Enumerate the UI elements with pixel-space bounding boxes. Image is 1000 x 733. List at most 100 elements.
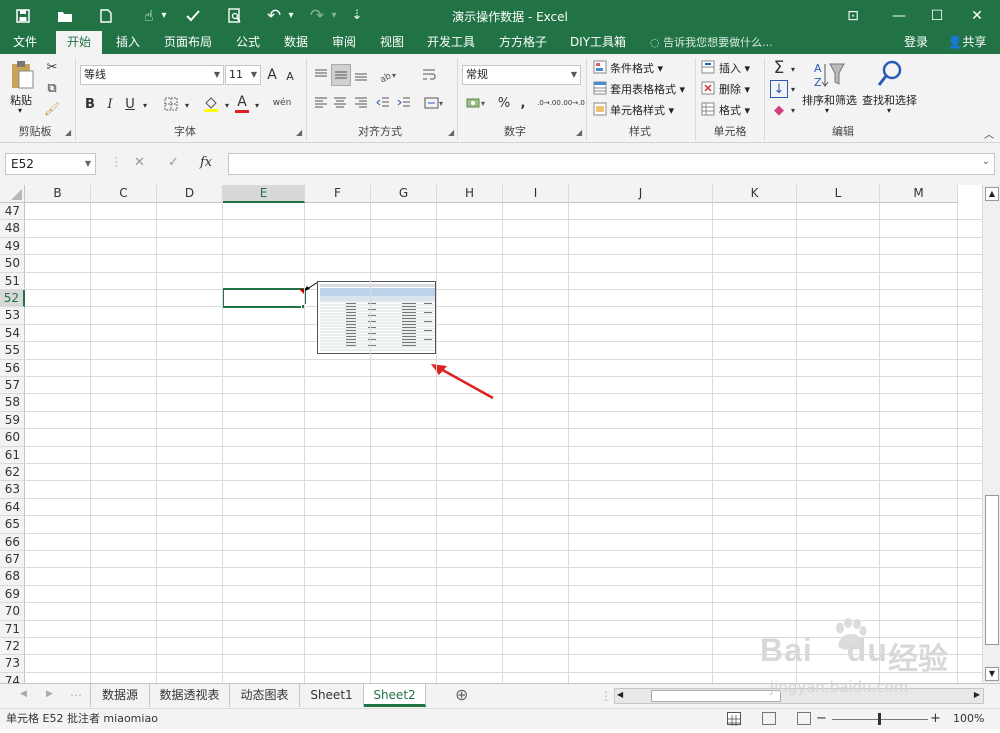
increase-font-icon[interactable]: A [264, 66, 280, 84]
row-header[interactable]: 57 [0, 377, 25, 395]
print-preview-icon[interactable] [222, 0, 248, 31]
tab-review[interactable]: 审阅 [322, 31, 366, 54]
font-launcher-icon[interactable]: ◢ [296, 128, 302, 137]
column-header[interactable]: C [91, 185, 157, 203]
align-center-icon[interactable] [331, 94, 349, 112]
align-top-icon[interactable] [312, 66, 330, 84]
row-header[interactable]: 50 [0, 255, 25, 273]
bold-button[interactable]: B [83, 95, 97, 113]
row-header[interactable]: 61 [0, 446, 25, 464]
underline-button[interactable]: U [123, 95, 137, 113]
tab-view[interactable]: 视图 [370, 31, 414, 54]
row-header[interactable]: 56 [0, 359, 25, 377]
paste-icon[interactable] [8, 60, 36, 90]
row-header[interactable]: 49 [0, 237, 25, 256]
format-painter-icon[interactable]: 🖌 [42, 100, 62, 118]
italic-button[interactable]: I [103, 95, 117, 113]
decrease-font-icon[interactable]: A [283, 68, 297, 84]
format-cells-button[interactable]: 格式 ▾ [719, 102, 750, 118]
close-icon[interactable]: ✕ [954, 0, 1000, 31]
insert-function-icon[interactable]: fx [200, 155, 212, 170]
spellcheck-icon[interactable] [180, 0, 206, 31]
align-right-icon[interactable] [352, 94, 370, 112]
tab-formulas[interactable]: 公式 [226, 31, 270, 54]
confirm-entry-icon[interactable]: ✓ [168, 155, 179, 170]
comment-box[interactable] [317, 281, 436, 354]
row-header[interactable]: 60 [0, 429, 25, 447]
row-header[interactable]: 68 [0, 568, 25, 586]
row-header[interactable]: 69 [0, 585, 25, 604]
scroll-right-icon[interactable]: ▶ [974, 690, 980, 699]
row-header[interactable]: 67 [0, 551, 25, 569]
wrap-text-icon[interactable] [420, 66, 438, 84]
worksheet-grid[interactable] [25, 203, 982, 683]
name-box-dropdown-icon[interactable]: ▼ [85, 154, 91, 174]
sort-filter-label[interactable]: 排序和筛选 [802, 92, 857, 108]
row-header[interactable]: 72 [0, 638, 25, 656]
row-header[interactable]: 59 [0, 411, 25, 430]
row-header[interactable]: 63 [0, 481, 25, 499]
page-break-view-icon[interactable] [797, 712, 811, 725]
customize-quick-access-icon[interactable]: ⇣ [348, 0, 366, 31]
login-button[interactable]: 登录 [896, 31, 936, 54]
ribbon-display-icon[interactable]: ⊡ [830, 0, 876, 31]
redo-icon[interactable]: ↷ [305, 0, 329, 31]
sheet-tab-pivot[interactable]: 数据透视表 [150, 684, 230, 707]
insert-cells-button[interactable]: 插入 ▾ [719, 60, 750, 76]
row-header[interactable]: 73 [0, 655, 25, 673]
column-header[interactable]: M [880, 185, 958, 203]
sheet-scroll-left-icon[interactable]: ◀ [20, 689, 27, 699]
sheet-tab-sheet2[interactable]: Sheet2 [364, 684, 426, 707]
accounting-format-icon[interactable]: ▾ [464, 94, 490, 112]
undo-dropdown-icon[interactable]: ▾ [285, 0, 297, 31]
row-header[interactable]: 65 [0, 516, 25, 534]
row-header[interactable]: 71 [0, 620, 25, 638]
sort-filter-dropdown-icon[interactable]: ▾ [825, 106, 829, 115]
number-launcher-icon[interactable]: ◢ [576, 128, 582, 137]
font-size-combo[interactable]: 11 ▼ [225, 65, 261, 85]
sheet-tab-dynamic-chart[interactable]: 动态图表 [230, 684, 300, 707]
row-header[interactable]: 54 [0, 324, 25, 343]
scroll-up-icon[interactable]: ▲ [985, 187, 999, 201]
undo-icon[interactable]: ↶ [262, 0, 286, 31]
row-header[interactable]: 66 [0, 533, 25, 551]
scroll-down-icon[interactable]: ▼ [985, 667, 999, 681]
sheet-tab-sheet1[interactable]: Sheet1 [300, 684, 364, 707]
column-header[interactable]: F [305, 185, 371, 203]
fill-color-dropdown-icon[interactable]: ▾ [222, 98, 232, 112]
open-icon[interactable] [52, 0, 78, 31]
borders-icon[interactable] [162, 95, 180, 113]
save-icon[interactable] [10, 0, 36, 31]
underline-dropdown-icon[interactable]: ▾ [140, 98, 150, 112]
align-left-icon[interactable] [312, 94, 330, 112]
borders-dropdown-icon[interactable]: ▾ [182, 98, 192, 112]
font-color-dropdown-icon[interactable]: ▾ [252, 98, 262, 112]
row-header[interactable]: 62 [0, 464, 25, 482]
tab-page-layout[interactable]: 页面布局 [156, 31, 220, 54]
copy-icon[interactable]: ⧉ [42, 79, 62, 97]
tab-fangfang[interactable]: 方方格子 [490, 31, 556, 54]
zoom-out-icon[interactable]: − [816, 709, 827, 729]
align-middle-icon[interactable] [331, 64, 351, 86]
increase-indent-icon[interactable] [395, 94, 413, 112]
cancel-entry-icon[interactable]: ✕ [134, 155, 145, 170]
sheet-more-icon[interactable]: ⋯ [70, 688, 82, 702]
vertical-scroll-thumb[interactable] [985, 495, 999, 645]
row-header[interactable]: 48 [0, 220, 25, 238]
decrease-decimal-icon[interactable]: .00→.0 [561, 94, 585, 112]
tab-home[interactable]: 开始 [56, 31, 102, 54]
column-header[interactable]: H [437, 185, 503, 203]
cut-icon[interactable]: ✂ [42, 58, 62, 76]
autosum-dropdown-icon[interactable]: ▾ [788, 62, 798, 76]
scroll-left-icon[interactable]: ◀ [617, 690, 623, 699]
zoom-level[interactable]: 100% [953, 709, 984, 729]
column-header[interactable]: L [797, 185, 880, 203]
tab-data[interactable]: 数据 [274, 31, 318, 54]
merge-center-icon[interactable]: ▾ [422, 94, 446, 112]
horizontal-scrollbar[interactable]: ◀ ▶ [614, 688, 984, 704]
font-name-combo[interactable]: 等线 ▼ [80, 65, 224, 85]
sort-filter-icon[interactable]: AZ [812, 60, 846, 90]
clear-dropdown-icon[interactable]: ▾ [788, 103, 798, 117]
column-header[interactable]: K [713, 185, 797, 203]
find-select-icon[interactable] [876, 58, 904, 90]
